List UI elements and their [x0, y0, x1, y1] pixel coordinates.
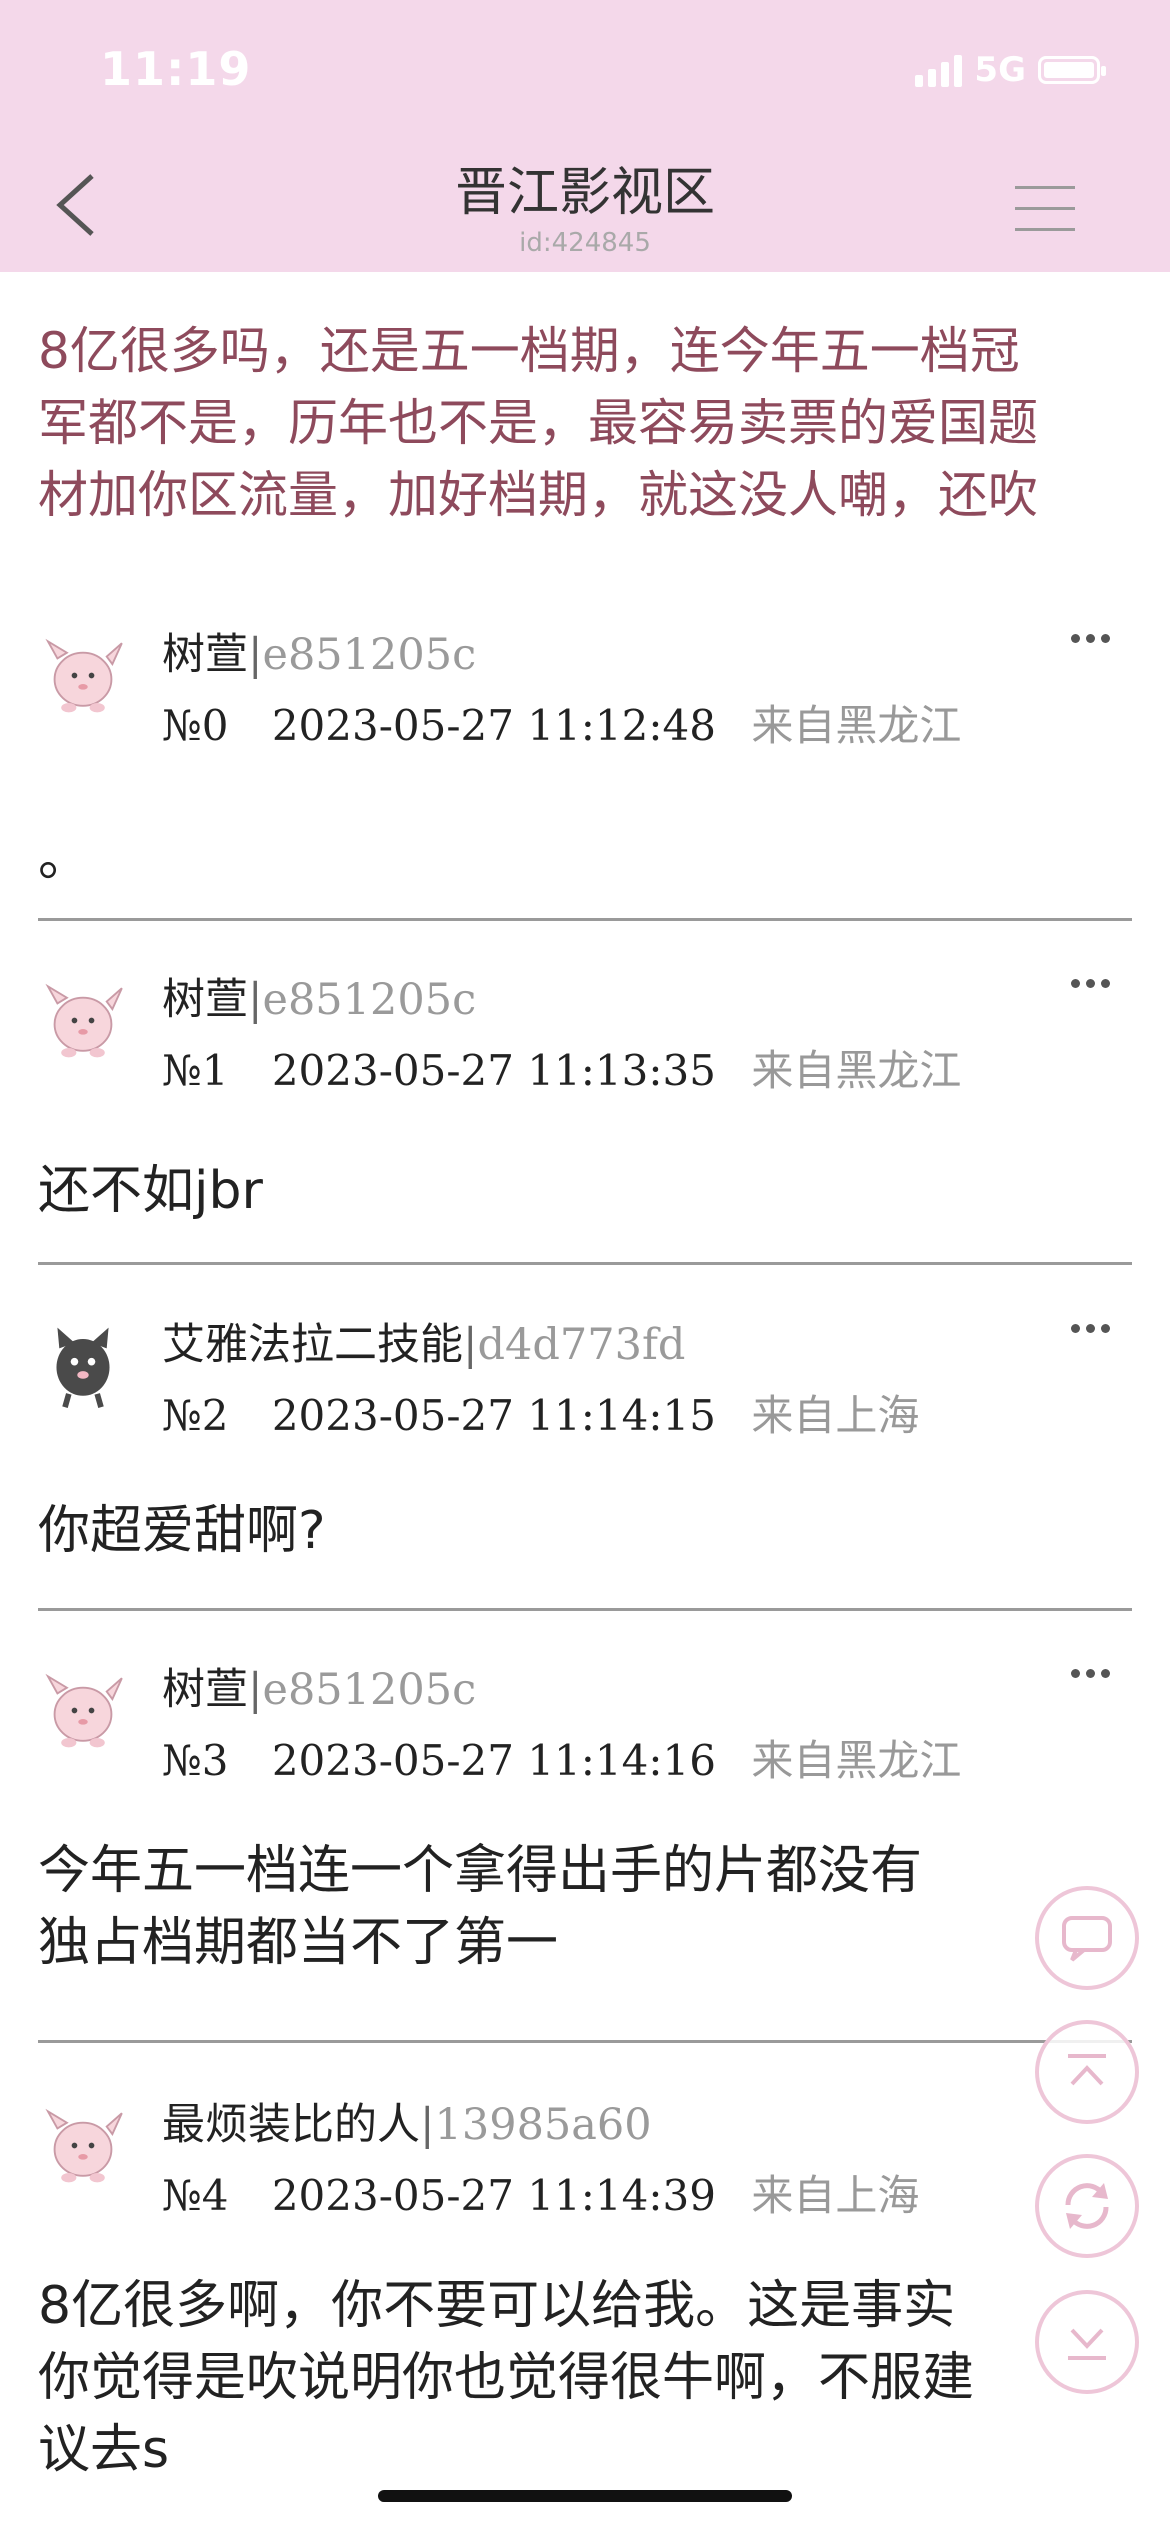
home-indicator[interactable]	[378, 2490, 792, 2502]
page-subtitle: id:424845	[519, 228, 651, 258]
divider	[38, 1262, 1132, 1265]
author-id: e851205c	[262, 630, 477, 680]
post-content: 还不如jbr	[38, 1155, 1132, 1227]
intro-line: 8亿很多吗，还是五一档期，连今年五一档冠	[38, 322, 1020, 380]
author-id: 13985a60	[434, 2100, 652, 2150]
content-line: 议去s	[38, 2420, 170, 2480]
post-meta: №2 2023-05-27 11:14:15 来自上海	[162, 1382, 919, 1443]
floor-number: №0	[162, 701, 229, 750]
post-author: 树萱|e851205c	[162, 965, 476, 1027]
content-line: 。	[38, 828, 91, 888]
floor-number: №1	[162, 1046, 229, 1095]
post-content: 你超爱甜啊?	[38, 1495, 1132, 1567]
floor-number: №3	[162, 1736, 229, 1785]
post-content: 今年五一档连一个拿得出手的片都没有 独占档期都当不了第一	[38, 1835, 1132, 1979]
more-icon[interactable]	[1071, 979, 1110, 988]
post-meta: №0 2023-05-27 11:12:48 来自黑龙江	[162, 692, 961, 753]
avatar[interactable]	[38, 1665, 128, 1755]
separator: |	[248, 1665, 263, 1715]
post-author: 树萱|e851205c	[162, 1655, 476, 1717]
post-time: 2023-05-27 11:12:48	[271, 701, 716, 750]
comment-button[interactable]	[1035, 1886, 1139, 1990]
post-location: 来自黑龙江	[751, 701, 962, 750]
author-name[interactable]: 最烦装比的人	[162, 2100, 420, 2150]
divider	[38, 1608, 1132, 1611]
intro-line: 材加你区流量，加好档期，就这没人嘲，还吹	[38, 466, 1038, 524]
separator: |	[420, 2100, 435, 2150]
post-item: 最烦装比的人|13985a60 №4 2023-05-27 11:14:39 来…	[38, 2070, 1132, 2530]
thread-intro: 8亿很多吗，还是五一档期，连今年五一档冠 军都不是，历年也不是，最容易卖票的爱国…	[38, 315, 1138, 531]
floor-number: №4	[162, 2171, 229, 2220]
scroll-top-button[interactable]	[1035, 2020, 1139, 2124]
post-author: 树萱|e851205c	[162, 620, 476, 682]
post-item: 艾雅法拉二技能|d4d773fd №2 2023-05-27 11:14:15 …	[38, 1290, 1132, 1610]
separator: |	[248, 975, 263, 1025]
avatar[interactable]	[38, 1320, 128, 1410]
network-label: 5G	[974, 50, 1026, 90]
author-id: e851205c	[262, 1665, 477, 1715]
page-title: 晋江影视区	[454, 163, 715, 223]
author-name[interactable]: 艾雅法拉二技能	[162, 1320, 463, 1370]
post-item: 树萱|e851205c №0 2023-05-27 11:12:48 来自黑龙江…	[38, 600, 1132, 920]
post-time: 2023-05-27 11:14:39	[271, 2171, 716, 2220]
avatar[interactable]	[38, 630, 128, 720]
post-meta: №4 2023-05-27 11:14:39 来自上海	[162, 2162, 919, 2223]
more-icon[interactable]	[1071, 1669, 1110, 1678]
refresh-icon	[1065, 2183, 1109, 2229]
content-line: 还不如jbr	[38, 1161, 263, 1221]
author-name[interactable]: 树萱	[162, 975, 248, 1025]
content-line: 你觉得是吹说明你也觉得很牛啊，不服建	[38, 2348, 975, 2408]
status-time: 11:19	[100, 42, 252, 96]
post-meta: №3 2023-05-27 11:14:16 来自黑龙江	[162, 1727, 961, 1788]
status-indicators: 5G	[915, 50, 1106, 90]
content-line: 你超爱甜啊?	[38, 1501, 326, 1561]
floor-number: №2	[162, 1391, 229, 1440]
separator: |	[463, 1320, 478, 1370]
post-time: 2023-05-27 11:14:15	[271, 1391, 716, 1440]
post-author: 最烦装比的人|13985a60	[162, 2090, 652, 2152]
battery-icon	[1038, 56, 1106, 84]
divider	[38, 2040, 1132, 2043]
post-item: 树萱|e851205c №3 2023-05-27 11:14:16 来自黑龙江…	[38, 1635, 1132, 2035]
post-author: 艾雅法拉二技能|d4d773fd	[162, 1310, 685, 1372]
separator: |	[248, 630, 263, 680]
post-content: 8亿很多啊，你不要可以给我。这是事实 你觉得是吹说明你也觉得很牛啊，不服建 议去…	[38, 2270, 1132, 2486]
author-name[interactable]: 树萱	[162, 1665, 248, 1715]
post-location: 来自黑龙江	[751, 1046, 962, 1095]
menu-button[interactable]	[1015, 186, 1075, 236]
author-name[interactable]: 树萱	[162, 630, 248, 680]
content-line: 独占档期都当不了第一	[38, 1913, 559, 1973]
post-content: 。	[38, 822, 1132, 894]
more-icon[interactable]	[1071, 1324, 1110, 1333]
divider	[38, 918, 1132, 921]
scroll-bottom-button[interactable]	[1035, 2290, 1139, 2394]
content-line: 8亿很多啊，你不要可以给我。这是事实	[38, 2276, 956, 2336]
post-time: 2023-05-27 11:14:16	[271, 1736, 716, 1785]
post-time: 2023-05-27 11:13:35	[271, 1046, 716, 1095]
content-line: 今年五一档连一个拿得出手的片都没有	[38, 1841, 923, 1901]
intro-line: 军都不是，历年也不是，最容易卖票的爱国题	[38, 394, 1038, 452]
post-item: 树萱|e851205c №1 2023-05-27 11:13:35 来自黑龙江…	[38, 945, 1132, 1265]
post-location: 来自上海	[751, 1391, 920, 1440]
more-icon[interactable]	[1071, 634, 1110, 643]
post-location: 来自黑龙江	[751, 1736, 962, 1785]
app-header: 11:19 5G 晋江影视区 id:424845	[0, 0, 1170, 272]
post-location: 来自上海	[751, 2171, 920, 2220]
avatar[interactable]	[38, 2100, 128, 2190]
author-id: d4d773fd	[477, 1320, 686, 1370]
scroll-bottom-icon	[1068, 2328, 1106, 2360]
post-meta: №1 2023-05-27 11:13:35 来自黑龙江	[162, 1037, 961, 1098]
signal-icon	[915, 53, 963, 87]
avatar[interactable]	[38, 975, 128, 1065]
scroll-top-icon	[1068, 2054, 1106, 2086]
refresh-button[interactable]	[1035, 2154, 1139, 2258]
author-id: e851205c	[262, 975, 477, 1025]
comment-icon	[1062, 1916, 1112, 1962]
